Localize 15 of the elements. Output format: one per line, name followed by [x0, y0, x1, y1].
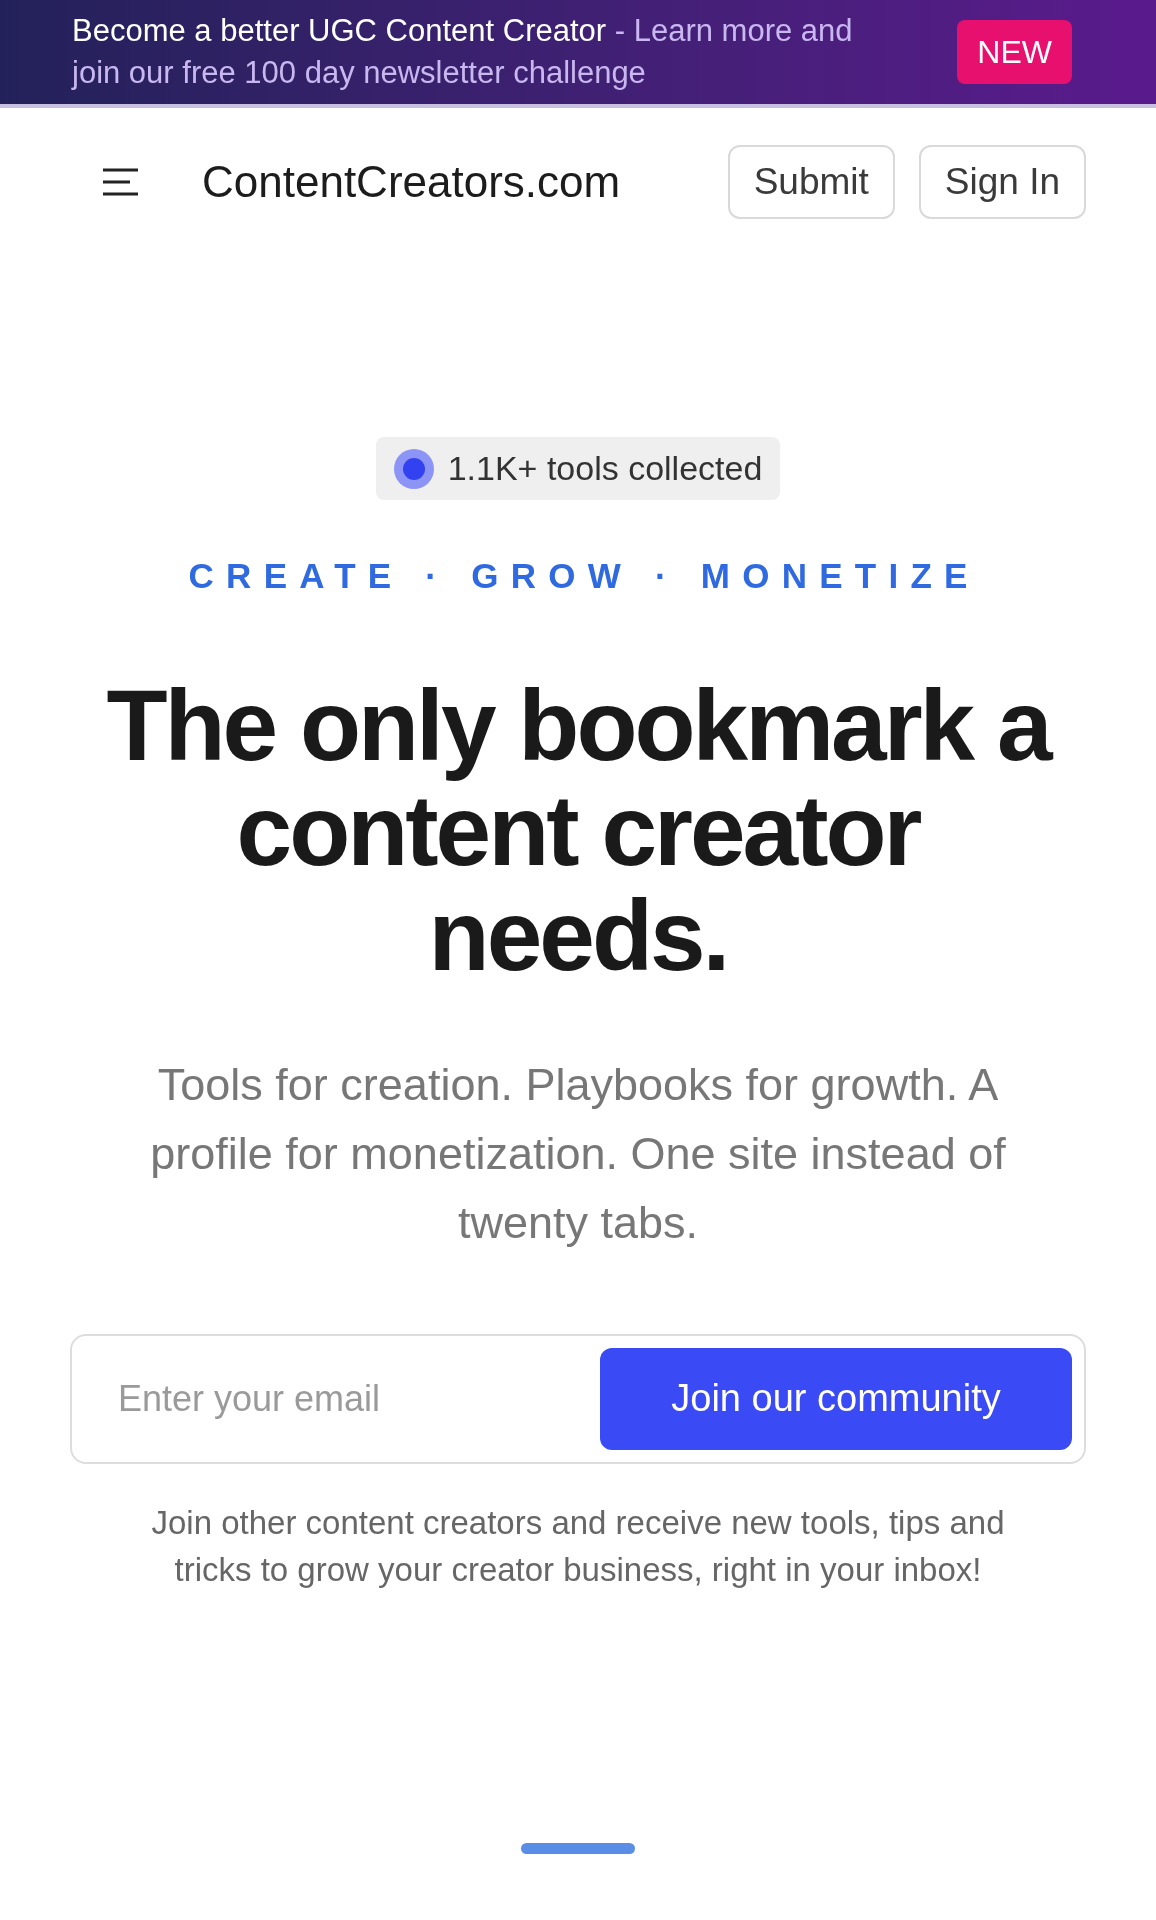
announcement-banner[interactable]: Become a better UGC Content Creator - Learn more and join our free 100 day newsletter challenge NEW	[0, 0, 1156, 108]
site-logo[interactable]: ContentCreators.com	[202, 148, 621, 215]
nav-button[interactable]: Submit	[727, 144, 895, 219]
nav-button[interactable]: Sign In	[918, 144, 1086, 219]
tagline: CREATE · GROW · MONETIZE	[187, 555, 980, 597]
banner-text: Become a better UGC Content Creator - Learn more and join our free 100 day newsletter challenge	[72, 12, 854, 92]
menu-icon[interactable]	[102, 166, 139, 197]
signup-note: Join other content creators and receive new tools, tips and tricks to grow your creator business, right in your inbox!	[150, 1502, 1006, 1590]
status-dot-icon	[393, 448, 434, 489]
join-button[interactable]: Join our community	[600, 1347, 1072, 1450]
hero-heading: The only bookmark a content creator needs.	[105, 672, 1052, 988]
pill-text: 1.1K+ tools collected	[447, 448, 763, 489]
new-badge: NEW	[957, 20, 1072, 84]
hero-subheading: Tools for creation. Playbooks for growth. A profile for monetization. One site instead of twenty tabs.	[149, 1057, 1007, 1250]
email-field[interactable]: Enter your email	[118, 1371, 600, 1426]
